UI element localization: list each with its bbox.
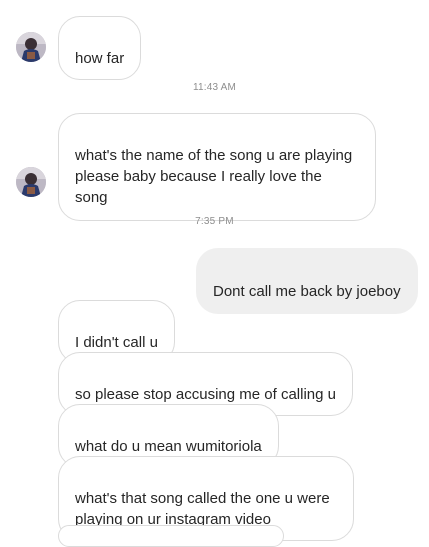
message-text: Dont call me back by joeboy [213, 283, 401, 300]
message-bubble-received[interactable]: how far [58, 16, 142, 80]
message-bubble-received[interactable]: what's the name of the song u are playin… [58, 113, 376, 221]
contact-avatar[interactable] [16, 32, 46, 62]
user-avatar-icon [16, 32, 46, 62]
message-bubble-sent[interactable]: Dont call me back by joeboy [196, 248, 418, 314]
message-bubble-received-partial[interactable] [58, 525, 284, 547]
user-avatar-icon [16, 167, 46, 197]
message-timestamp: 11:43 AM [192, 82, 237, 93]
contact-avatar[interactable] [16, 167, 46, 197]
message-text: how far [75, 50, 125, 67]
message-text: I didn't call u [75, 334, 158, 351]
message-thread: how far 11:43 AM what's the name of the … [0, 0, 429, 547]
message-text: so please stop accusing me of calling u [75, 386, 336, 403]
message-timestamp: 7:35 PM [195, 216, 234, 227]
message-text: what do u mean wumitoriola [75, 438, 262, 455]
message-text: what's the name of the song u are playin… [75, 147, 353, 206]
message-text: what's that song called the one u were p… [75, 490, 330, 528]
